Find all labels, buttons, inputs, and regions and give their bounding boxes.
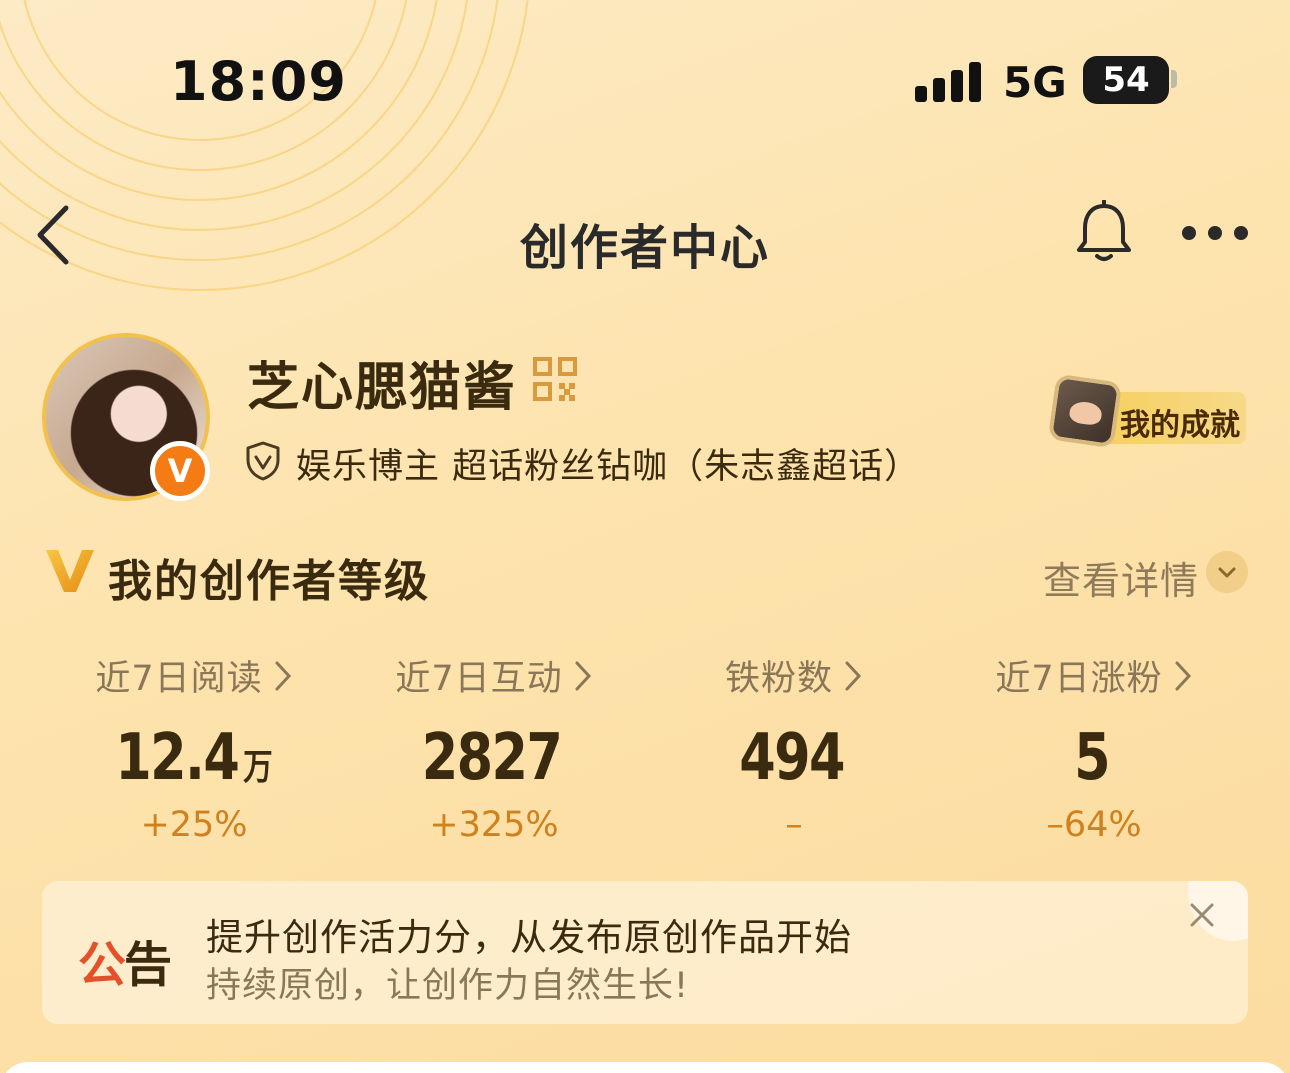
close-icon[interactable] xyxy=(1182,895,1222,935)
achievement-label: 我的成就 xyxy=(1120,408,1240,443)
announcement-card[interactable]: 公告 提升创作活力分，从发布原创作品开始 持续原创，让创作力自然生长! xyxy=(42,881,1248,1024)
content-card-top xyxy=(0,1062,1290,1073)
signal-icon xyxy=(915,62,983,102)
stat-label: 近7日涨粉 xyxy=(995,659,1163,699)
announcement-tag: 公告 xyxy=(78,937,172,993)
verified-badge: V xyxy=(150,441,210,501)
username: 芝心腮猫酱 xyxy=(247,358,518,418)
network-type: 5G xyxy=(1003,58,1067,107)
battery-cap xyxy=(1171,70,1177,88)
stat-change: – xyxy=(785,805,803,845)
chevron-right-icon xyxy=(1175,661,1191,690)
stat-value: 2827 xyxy=(421,721,563,795)
stat-interactions[interactable]: 近7日互动 2827 +325% xyxy=(344,650,644,845)
chevron-right-icon xyxy=(275,661,291,690)
shield-icon xyxy=(246,441,280,481)
stat-label: 铁粉数 xyxy=(724,659,833,699)
stat-change: +325% xyxy=(429,805,559,845)
level-title: 我的创作者等级 xyxy=(108,556,430,607)
profile-role: 娱乐博主 超话粉丝钻咖（朱志鑫超话） xyxy=(296,447,921,487)
stat-new-fans[interactable]: 近7日涨粉 5 –64% xyxy=(944,650,1244,845)
chevron-right-icon xyxy=(845,661,862,690)
stat-label: 近7日互动 xyxy=(395,659,563,699)
stat-label: 近7日阅读 xyxy=(95,659,263,699)
v-level-icon xyxy=(46,550,94,592)
stat-value: 12.4 万 xyxy=(115,721,273,795)
stat-change: +25% xyxy=(140,805,248,845)
battery-percent: 54 xyxy=(1102,60,1150,100)
stat-reads[interactable]: 近7日阅读 12.4 万 +25% xyxy=(44,650,344,845)
view-details-link[interactable]: 查看详情 xyxy=(1043,550,1199,605)
achievement-button[interactable]: 我的成就 xyxy=(1047,373,1246,449)
stat-iron-fans[interactable]: 铁粉数 494 – xyxy=(644,650,944,845)
chevron-right-icon xyxy=(575,661,591,690)
announcement-title: 提升创作活力分，从发布原创作品开始 xyxy=(206,916,852,959)
bell-icon[interactable] xyxy=(1073,200,1135,266)
chevron-down-icon[interactable] xyxy=(1206,551,1248,593)
stat-value: 494 xyxy=(739,721,845,795)
qr-code-icon[interactable] xyxy=(532,356,578,402)
stat-change: –64% xyxy=(1046,805,1142,845)
status-time: 18:09 xyxy=(170,50,347,113)
medal-icon xyxy=(1047,373,1123,449)
more-dots-icon[interactable] xyxy=(1178,222,1254,246)
stat-value: 5 xyxy=(1074,721,1110,795)
battery-icon: 54 xyxy=(1083,56,1169,104)
announcement-subtitle: 持续原创，让创作力自然生长! xyxy=(206,966,690,1006)
